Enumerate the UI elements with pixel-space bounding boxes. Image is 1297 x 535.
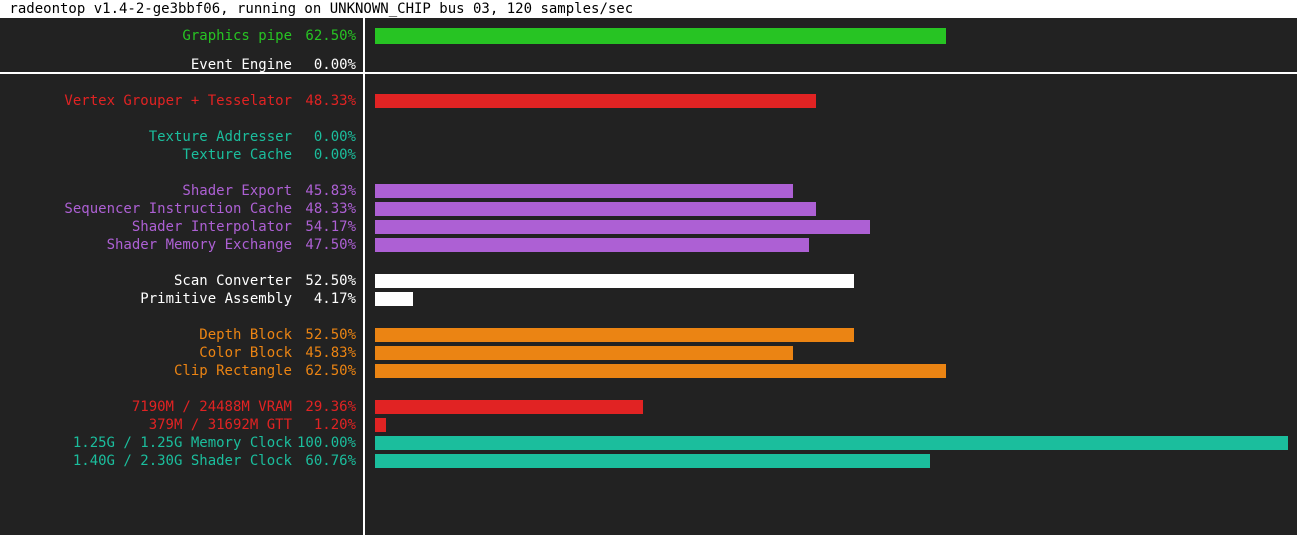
metric-pct: 0.00% [292, 146, 356, 164]
metric-bar [375, 274, 854, 288]
metric-pct: 60.76% [292, 452, 356, 470]
metric-pct: 29.36% [292, 398, 356, 416]
metric-row: Texture Cache0.00% [0, 146, 1297, 164]
metric-row: Scan Converter52.50% [0, 272, 1297, 290]
rows-container: Event Engine 0.00% Vertex Grouper + Tessel… [0, 56, 1297, 470]
spacer [0, 254, 1297, 272]
metric-label: 1.25G / 1.25G Memory Clock [73, 435, 292, 451]
metric-bar [375, 418, 386, 432]
spacer [0, 164, 1297, 182]
main-panel: Graphics pipe 62.50% Event Engine 0.00% Ve… [0, 18, 1297, 535]
metric-row: Primitive Assembly4.17% [0, 290, 1297, 308]
metric-label: Depth Block [199, 327, 292, 343]
metric-label: 379M / 31692M GTT [149, 417, 292, 433]
metric-bar [375, 184, 793, 198]
metric-label: Shader Interpolator [132, 219, 292, 235]
metric-row: Depth Block52.50% [0, 326, 1297, 344]
metric-pct: 52.50% [292, 272, 356, 290]
spacer [0, 380, 1297, 398]
metric-row: Shader Interpolator54.17% [0, 218, 1297, 236]
metric-row: 1.40G / 2.30G Shader Clock60.76% [0, 452, 1297, 470]
metric-pct: 48.33% [292, 200, 356, 218]
metric-label: 7190M / 24488M VRAM [132, 399, 292, 415]
metric-pct: 52.50% [292, 326, 356, 344]
metric-label: Texture Cache [182, 147, 292, 163]
metric-pct: 100.00% [292, 434, 356, 452]
metric-pct: 1.20% [292, 416, 356, 434]
metric-bar [375, 328, 854, 342]
metric-bar [375, 220, 870, 234]
metric-label: Event Engine [191, 57, 292, 73]
metric-bar [375, 346, 793, 360]
metric-label: Sequencer Instruction Cache [64, 201, 292, 217]
metric-row: 1.25G / 1.25G Memory Clock100.00% [0, 434, 1297, 452]
metric-row: Vertex Grouper + Tesselator48.33% [0, 92, 1297, 110]
metric-label: Vertex Grouper + Tesselator [64, 93, 292, 109]
spacer [0, 74, 1297, 92]
metric-label: Texture Addresser [149, 129, 292, 145]
metric-row: Texture Addresser0.00% [0, 128, 1297, 146]
metric-label: Clip Rectangle [174, 363, 292, 379]
spacer [0, 110, 1297, 128]
metric-row: Color Block45.83% [0, 344, 1297, 362]
metric-label: Primitive Assembly [140, 291, 292, 307]
metric-label: Color Block [199, 345, 292, 361]
metric-pct: 45.83% [292, 344, 356, 362]
metric-pct: 45.83% [292, 182, 356, 200]
metric-label: 1.40G / 2.30G Shader Clock [73, 453, 292, 469]
metric-label: Shader Memory Exchange [107, 237, 292, 253]
header-pct: 62.50% [292, 27, 356, 45]
metric-bar [375, 400, 643, 414]
metric-pct: 48.33% [292, 92, 356, 110]
metric-pct: 0.00% [292, 128, 356, 146]
header-label: Graphics pipe [182, 27, 292, 45]
metric-pct: 47.50% [292, 236, 356, 254]
metric-pct: 62.50% [292, 362, 356, 380]
vertical-divider [363, 18, 365, 535]
metric-bar [375, 292, 413, 306]
metric-row: 379M / 31692M GTT1.20% [0, 416, 1297, 434]
metric-bar [375, 436, 1288, 450]
header-bar [375, 28, 946, 44]
header-row-graphics-pipe: Graphics pipe 62.50% [0, 18, 1297, 54]
metric-row: 7190M / 24488M VRAM29.36% [0, 398, 1297, 416]
metric-row: Shader Memory Exchange47.50% [0, 236, 1297, 254]
metric-pct: 54.17% [292, 218, 356, 236]
metric-row: Shader Export45.83% [0, 182, 1297, 200]
metric-row: Clip Rectangle62.50% [0, 362, 1297, 380]
metric-label: Scan Converter [174, 273, 292, 289]
metric-bar [375, 364, 946, 378]
metric-row: Sequencer Instruction Cache48.33% [0, 200, 1297, 218]
metric-bar [375, 238, 809, 252]
metric-label: Shader Export [182, 183, 292, 199]
metric-bar [375, 94, 816, 108]
metric-bar [375, 454, 930, 468]
metric-pct: 4.17% [292, 290, 356, 308]
metric-bar [375, 202, 816, 216]
title-bar: radeontop v1.4-2-ge3bbf06, running on UN… [0, 0, 1297, 18]
spacer [0, 308, 1297, 326]
